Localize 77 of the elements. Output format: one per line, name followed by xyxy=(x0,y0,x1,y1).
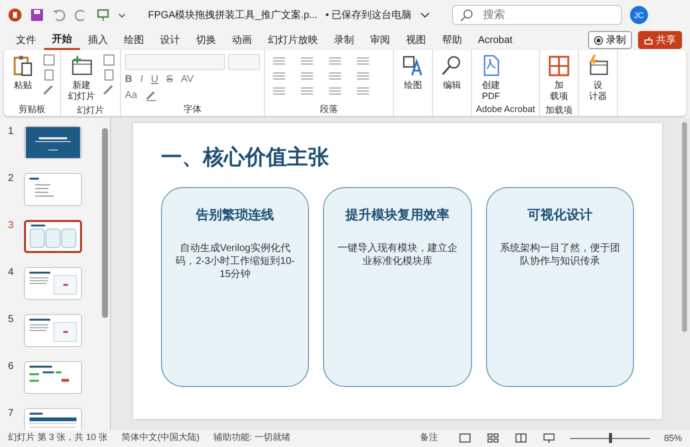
user-avatar[interactable]: JC xyxy=(630,6,648,24)
scrollbar-thumb[interactable] xyxy=(682,122,687,332)
addins-icon xyxy=(547,54,572,78)
format-button[interactable]: B xyxy=(125,74,132,85)
slide-thumbnail[interactable] xyxy=(24,220,82,253)
slide-number: 6 xyxy=(8,361,15,374)
slide-title: 一、核心价值主张 xyxy=(161,144,330,171)
ribbon-tab[interactable]: 帮助 xyxy=(434,31,470,49)
normal-view-icon[interactable] xyxy=(458,432,472,442)
grid-view-icon[interactable] xyxy=(486,432,500,442)
card-text: 一键导入现有模块，建立企业标准化模块库 xyxy=(336,242,458,268)
presentation-icon[interactable] xyxy=(542,432,556,442)
change-case-button[interactable]: Aa xyxy=(125,90,138,100)
record-icon xyxy=(594,36,603,44)
save-icon[interactable] xyxy=(30,8,44,22)
search-icon xyxy=(460,8,474,22)
zoom-slider[interactable] xyxy=(608,432,612,442)
font-name-field[interactable] xyxy=(125,54,225,70)
format-button[interactable]: S xyxy=(166,74,173,85)
slide-number: 2 xyxy=(8,173,15,186)
format-button[interactable]: U xyxy=(151,74,158,85)
ribbon-tab[interactable]: 录制 xyxy=(326,31,362,49)
font-size-field[interactable] xyxy=(228,54,260,70)
slide-number: 4 xyxy=(8,267,15,280)
file-name: FPGA模块拖拽拼装工具_推广文案.p... xyxy=(148,8,318,22)
group-label: 加载项 xyxy=(544,104,574,116)
format-button[interactable]: I xyxy=(140,74,144,85)
group-label: 字体 xyxy=(182,103,202,116)
card-heading: 可视化设计 xyxy=(526,206,594,224)
slide-number: 3 xyxy=(8,220,15,233)
accessibility-status[interactable]: 辅助功能: 一切就绪 xyxy=(214,431,291,444)
presentation-icon[interactable] xyxy=(96,8,110,22)
paste-button[interactable]: 粘贴 xyxy=(8,52,38,93)
slide-number: 5 xyxy=(8,314,15,327)
ribbon-tab[interactable]: 视图 xyxy=(398,31,434,49)
draw-button[interactable]: 绘图 xyxy=(398,52,428,93)
draw-icon xyxy=(401,54,425,78)
group-label: 幻灯片 xyxy=(76,104,105,116)
new-slide-button[interactable]: 新建 幻灯片 xyxy=(65,52,98,104)
ribbon-tab[interactable]: 切换 xyxy=(188,31,224,49)
card-heading: 提升模块复用效率 xyxy=(344,206,450,224)
slide-number: 7 xyxy=(8,408,15,421)
share-icon xyxy=(644,36,653,44)
pdf-button[interactable]: 创建 PDF xyxy=(476,52,506,104)
card-text: 自动生成Verilog实例化代码，2-3小时工作缩短到10-15分钟 xyxy=(174,242,296,281)
record-button[interactable]: 录制 xyxy=(588,31,632,49)
card-heading: 告别繁琐连线 xyxy=(195,206,276,224)
share-button[interactable]: 共享 xyxy=(638,31,682,49)
group-label: 段落 xyxy=(319,103,339,116)
edit-button[interactable]: 编辑 xyxy=(437,52,467,93)
language-status[interactable]: 简体中文(中国大陆) xyxy=(122,431,200,444)
group-label: Adobe Acrobat xyxy=(476,104,536,116)
ribbon-tab[interactable]: Acrobat xyxy=(470,32,520,48)
scrollbar-thumb[interactable] xyxy=(102,128,108,318)
ribbon-tab[interactable]: 幻灯片放映 xyxy=(260,31,326,49)
app-icon xyxy=(8,8,22,22)
ribbon-tab[interactable]: 插入 xyxy=(80,31,116,49)
slide-number: 1 xyxy=(8,126,15,139)
designer-button[interactable]: 设 计器 xyxy=(583,52,614,104)
new-slide-icon xyxy=(70,54,94,78)
ribbon-tab[interactable]: 绘图 xyxy=(116,31,152,49)
undo-icon[interactable] xyxy=(52,8,66,22)
reading-view-icon[interactable] xyxy=(514,432,528,442)
ribbon-tab[interactable]: 审阅 xyxy=(362,31,398,49)
slide-position: 幻灯片 第 3 张，共 10 张 xyxy=(8,431,108,444)
group-label: 剪贴板 xyxy=(18,103,46,116)
format-button[interactable]: AV xyxy=(180,74,194,85)
ribbon-tab[interactable]: 动画 xyxy=(224,31,260,49)
addins-button[interactable]: 加 载项 xyxy=(544,52,574,104)
save-status[interactable]: • 已保存到这台电脑 xyxy=(325,8,412,22)
ribbon-tab[interactable]: 设计 xyxy=(152,31,188,49)
paste-icon xyxy=(11,54,35,78)
search-field[interactable]: 搜索 xyxy=(452,5,622,25)
ribbon-tab[interactable]: 文件 xyxy=(8,31,44,49)
zoom-level[interactable]: 85% xyxy=(664,432,682,442)
card-text: 系统架构一目了然，便于团队协作与知识传承 xyxy=(498,242,621,268)
notes-button[interactable]: 备注 xyxy=(414,430,444,445)
